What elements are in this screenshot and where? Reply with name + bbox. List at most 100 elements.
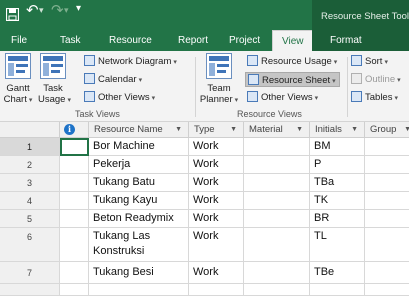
group-cell[interactable] [365, 192, 409, 210]
group-cell[interactable] [365, 138, 409, 156]
resource-name-cell[interactable]: Tukang Kayu [89, 192, 189, 210]
resource-name-cell[interactable]: Tukang Las Konstruksi [89, 228, 189, 262]
type-cell[interactable]: Work [189, 262, 244, 284]
resource-name-cell[interactable] [89, 284, 189, 296]
type-cell[interactable]: Work [189, 138, 244, 156]
table-row-empty[interactable] [0, 284, 409, 296]
group-cell[interactable] [365, 156, 409, 174]
material-cell[interactable] [244, 174, 310, 192]
resource-name-cell[interactable]: Pekerja [89, 156, 189, 174]
initials-cell[interactable]: TK [310, 192, 365, 210]
gantt-chart-button[interactable]: Gantt Chart ▾ [2, 53, 34, 106]
type-cell[interactable]: Work [189, 156, 244, 174]
calendar-button[interactable]: Calendar ▾ [84, 72, 142, 87]
indicator-cell[interactable] [60, 174, 89, 192]
material-cell[interactable] [244, 138, 310, 156]
column-header-type[interactable]: Type ▼ [189, 122, 244, 138]
resource-name-cell[interactable]: Bor Machine [89, 138, 189, 156]
task-usage-button[interactable]: Task Usage ▾ [38, 53, 71, 106]
filter-dropdown-icon[interactable]: ▼ [175, 122, 182, 137]
group-cell[interactable] [365, 210, 409, 228]
row-number[interactable]: 3 [0, 174, 60, 192]
group-cell[interactable] [365, 262, 409, 284]
task-other-views-button[interactable]: Other Views ▾ [84, 90, 155, 105]
tab-report[interactable]: Report [178, 30, 208, 51]
material-cell[interactable] [244, 156, 310, 174]
indicator-cell[interactable] [60, 210, 89, 228]
network-diagram-button[interactable]: Network Diagram ▾ [84, 54, 177, 69]
indicator-cell[interactable] [60, 262, 89, 284]
select-all-corner[interactable] [0, 122, 60, 138]
tab-resource[interactable]: Resource [109, 30, 152, 51]
type-cell[interactable]: Work [189, 192, 244, 210]
team-planner-button[interactable]: Team Planner ▾ [199, 53, 239, 106]
row-number[interactable]: 5 [0, 210, 60, 228]
save-icon[interactable] [6, 8, 19, 21]
undo-icon[interactable]: ↶ [26, 3, 39, 18]
outline-button[interactable]: Outline ▾ [351, 72, 401, 87]
undo-dropdown-icon[interactable]: ▾ [39, 5, 44, 16]
material-cell[interactable] [244, 262, 310, 284]
customize-quick-access-icon[interactable]: ▾ [76, 3, 81, 14]
initials-cell[interactable]: P [310, 156, 365, 174]
row-number[interactable] [0, 284, 60, 296]
table-row[interactable]: 6 Tukang Las Konstruksi Work TL [0, 228, 409, 262]
table-row[interactable]: 2 Pekerja Work P [0, 156, 409, 174]
tables-button[interactable]: Tables ▾ [351, 90, 398, 105]
initials-cell[interactable]: BM [310, 138, 365, 156]
resource-name-cell[interactable]: Tukang Batu [89, 174, 189, 192]
indicator-cell[interactable] [60, 192, 89, 210]
row-number[interactable]: 2 [0, 156, 60, 174]
group-cell[interactable] [365, 284, 409, 296]
indicator-cell[interactable] [60, 138, 89, 156]
tab-format[interactable]: Format [312, 30, 409, 51]
indicator-cell[interactable] [60, 156, 89, 174]
filter-dropdown-icon[interactable]: ▼ [296, 122, 303, 137]
tab-file[interactable]: File [11, 30, 27, 51]
indicators-column-header[interactable]: i [60, 122, 89, 138]
redo-icon[interactable]: ↷ [51, 3, 64, 18]
tab-view[interactable]: View [272, 30, 314, 51]
row-number[interactable]: 7 [0, 262, 60, 284]
filter-dropdown-icon[interactable]: ▼ [404, 122, 409, 137]
initials-cell[interactable]: TBa [310, 174, 365, 192]
group-cell[interactable] [365, 228, 409, 262]
initials-cell[interactable]: TBe [310, 262, 365, 284]
filter-dropdown-icon[interactable]: ▼ [351, 122, 358, 137]
column-header-material[interactable]: Material ▼ [244, 122, 310, 138]
initials-cell[interactable]: TL [310, 228, 365, 262]
type-cell[interactable]: Work [189, 210, 244, 228]
initials-cell[interactable] [310, 284, 365, 296]
indicator-cell[interactable] [60, 284, 89, 296]
sort-button[interactable]: Sort ▾ [351, 54, 388, 69]
material-cell[interactable] [244, 210, 310, 228]
type-cell[interactable] [189, 284, 244, 296]
row-number[interactable]: 6 [0, 228, 60, 262]
resource-usage-button[interactable]: Resource Usage ▾ [247, 54, 337, 69]
indicator-cell[interactable] [60, 228, 89, 262]
row-number[interactable]: 1 [0, 138, 60, 156]
resource-name-cell[interactable]: Beton Readymix [89, 210, 189, 228]
table-row[interactable]: 7 Tukang Besi Work TBe [0, 262, 409, 284]
table-row[interactable]: 1 Bor Machine Work BM [0, 138, 409, 156]
material-cell[interactable] [244, 284, 310, 296]
type-cell[interactable]: Work [189, 228, 244, 262]
redo-dropdown-icon[interactable]: ▾ [64, 5, 69, 16]
table-row[interactable]: 4 Tukang Kayu Work TK [0, 192, 409, 210]
resource-name-cell[interactable]: Tukang Besi [89, 262, 189, 284]
column-header-initials[interactable]: Initials ▼ [310, 122, 365, 138]
filter-dropdown-icon[interactable]: ▼ [230, 122, 237, 137]
resource-other-views-button[interactable]: Other Views ▾ [247, 90, 318, 105]
material-cell[interactable] [244, 228, 310, 262]
column-header-resource-name[interactable]: Resource Name ▼ [89, 122, 189, 138]
material-cell[interactable] [244, 192, 310, 210]
initials-cell[interactable]: BR [310, 210, 365, 228]
group-cell[interactable] [365, 174, 409, 192]
row-number[interactable]: 4 [0, 192, 60, 210]
type-cell[interactable]: Work [189, 174, 244, 192]
table-row[interactable]: 5 Beton Readymix Work BR [0, 210, 409, 228]
tab-task[interactable]: Task [60, 30, 81, 51]
table-row[interactable]: 3 Tukang Batu Work TBa [0, 174, 409, 192]
resource-sheet-button[interactable]: Resource Sheet ▾ [245, 72, 340, 87]
tab-project[interactable]: Project [229, 30, 260, 51]
